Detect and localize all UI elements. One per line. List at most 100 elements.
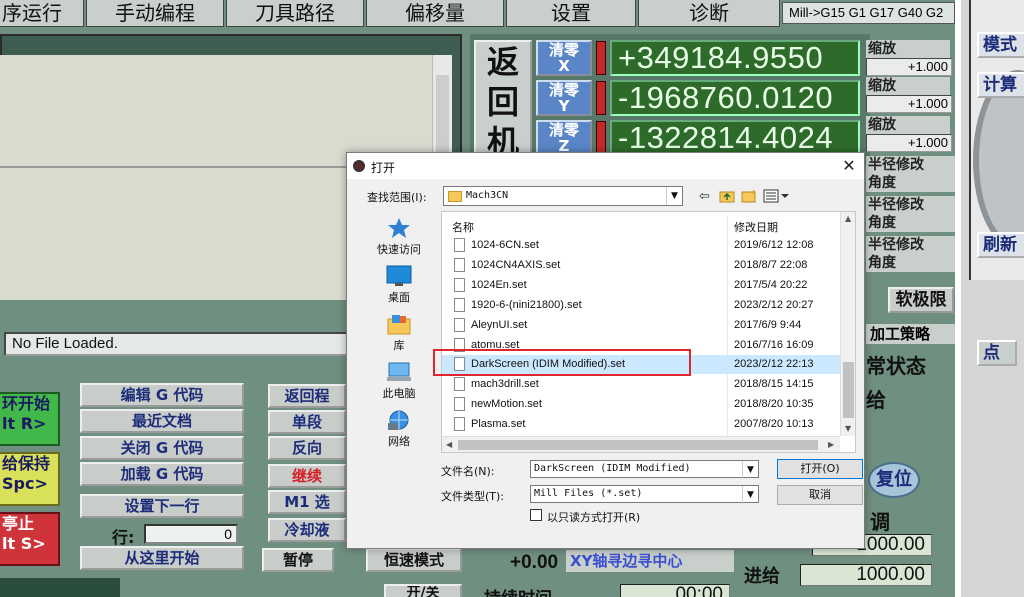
chevron-down-icon[interactable]: ▼ bbox=[742, 486, 758, 504]
place-quick-access[interactable]: 快速访问 bbox=[357, 215, 441, 263]
toggle-button[interactable]: 开/关 bbox=[384, 584, 462, 597]
dro-x[interactable]: +349184.9550 bbox=[610, 40, 860, 76]
column-name-header[interactable]: 名称 bbox=[452, 219, 474, 235]
point-button[interactable]: 点 bbox=[977, 340, 1017, 366]
place-network[interactable]: 网络 bbox=[357, 407, 441, 455]
set-next-line-button[interactable]: 设置下一行 bbox=[80, 494, 244, 518]
file-row[interactable]: 1024-6CN.set 2019/6/12 12:08 bbox=[442, 236, 840, 255]
xy-edge-finder-button[interactable]: XY轴寻边寻中心 bbox=[566, 550, 734, 572]
file-icon bbox=[454, 318, 465, 332]
place-this-pc[interactable]: 此电脑 bbox=[357, 359, 441, 407]
scale-z-value[interactable]: +1.000 bbox=[866, 134, 952, 152]
file-row[interactable]: 1920-6-(nini21800).set 2023/2/12 20:27 bbox=[442, 296, 840, 315]
load-gcode-button[interactable]: 加载 G 代码 bbox=[80, 462, 244, 486]
offset-value: +0.00 bbox=[510, 552, 559, 573]
stop-button[interactable]: 亭止 lt S> bbox=[0, 512, 60, 566]
back-icon[interactable]: ⇦ bbox=[699, 189, 710, 205]
file-icon bbox=[454, 258, 465, 272]
look-in-label: 查找范围(I): bbox=[367, 191, 427, 204]
view-menu-icon[interactable] bbox=[763, 189, 789, 205]
radius-correction-label: 半径修改 bbox=[866, 196, 955, 214]
radius-correction-label: 半径修改 bbox=[866, 236, 955, 254]
file-type-select[interactable]: Mill Files (*.set) ▼ bbox=[530, 485, 759, 504]
line-number-field[interactable]: 0 bbox=[144, 524, 238, 544]
cycle-start-button[interactable]: 环开始 lt R> bbox=[0, 392, 60, 446]
file-icon bbox=[454, 397, 465, 411]
z-axis-led bbox=[596, 121, 606, 155]
file-row[interactable]: 1024En.set 2017/5/4 20:22 bbox=[442, 276, 840, 295]
scale-x-value[interactable]: +1.000 bbox=[866, 58, 952, 76]
close-gcode-button[interactable]: 关闭 G 代码 bbox=[80, 436, 244, 460]
computer-icon bbox=[386, 361, 412, 383]
feed-label: 给 bbox=[866, 388, 886, 412]
readonly-checkbox[interactable] bbox=[530, 509, 542, 521]
look-in-combo[interactable]: Mach3CN ▼ bbox=[443, 186, 683, 206]
scale-y-value[interactable]: +1.000 bbox=[866, 95, 952, 113]
resume-button[interactable]: 继续 bbox=[268, 464, 346, 488]
file-name-input[interactable]: DarkScreen (IDIM Modified) ▼ bbox=[530, 460, 759, 479]
adjust-label: 调 bbox=[870, 510, 890, 534]
column-date-header[interactable]: 修改日期 bbox=[734, 219, 778, 235]
file-row[interactable]: Plasma.set 2007/8/20 10:13 bbox=[442, 415, 840, 434]
zero-x-button[interactable]: 清零 X bbox=[536, 40, 592, 76]
optional-stop-button[interactable]: M1 选 bbox=[268, 490, 346, 514]
open-button[interactable]: 打开(O) bbox=[777, 459, 863, 479]
tab-offsets[interactable]: 偏移量 bbox=[366, 0, 504, 27]
file-row[interactable]: AleynUI.set 2017/6/9 9:44 bbox=[442, 316, 840, 335]
constant-velocity-button[interactable]: 恒速模式 bbox=[366, 548, 462, 572]
tab-settings[interactable]: 设置 bbox=[506, 0, 636, 27]
run-from-here-button[interactable]: 从这里开始 bbox=[80, 546, 244, 570]
angle-label: 角度 bbox=[866, 214, 955, 232]
file-list-header: 名称 修改日期 bbox=[442, 216, 838, 452]
modal-status-strip: Mill->G15 G1 G17 G40 G2 bbox=[782, 2, 955, 24]
single-block-button[interactable]: 单段 bbox=[268, 410, 346, 434]
tab-program-run[interactable]: 序运行 bbox=[0, 0, 84, 27]
scale-y-label: 缩放 bbox=[866, 77, 950, 95]
refresh-button[interactable]: 刷新 bbox=[977, 232, 1024, 258]
file-list-horizontal-scrollbar[interactable]: ◀ ▶ bbox=[442, 436, 840, 452]
tab-toolpath[interactable]: 刀具路径 bbox=[226, 0, 364, 27]
zero-z-button[interactable]: 清零 Z bbox=[536, 120, 592, 156]
dialog-titlebar[interactable]: 打开 ✕ bbox=[347, 153, 864, 179]
file-icon bbox=[454, 238, 465, 252]
cancel-button[interactable]: 取消 bbox=[777, 485, 863, 505]
zero-y-button[interactable]: 清零 Y bbox=[536, 80, 592, 116]
tab-diagnostics[interactable]: 诊断 bbox=[638, 0, 780, 27]
mode-button[interactable]: 模式 bbox=[977, 32, 1024, 58]
duration-label: 持续时间 bbox=[484, 584, 552, 597]
file-icon bbox=[454, 377, 465, 391]
pause-button[interactable]: 暂停 bbox=[262, 548, 334, 572]
file-row[interactable]: newMotion.set 2018/8/20 10:35 bbox=[442, 395, 840, 414]
reverse-run-button[interactable]: 反向 bbox=[268, 436, 346, 460]
folder-icon bbox=[448, 191, 462, 202]
close-icon[interactable]: ✕ bbox=[838, 155, 860, 177]
soft-limits-button[interactable]: 软极限 bbox=[888, 287, 954, 313]
place-libraries[interactable]: 库 bbox=[357, 311, 441, 359]
reset-button[interactable]: 复位 bbox=[868, 462, 920, 498]
chevron-down-icon[interactable]: ▼ bbox=[666, 187, 682, 205]
rewind-button[interactable]: 返回程 bbox=[268, 384, 346, 408]
ref-home-button[interactable]: 返回机 bbox=[474, 40, 532, 166]
x-axis-led bbox=[596, 41, 606, 75]
place-desktop[interactable]: 桌面 bbox=[357, 263, 441, 311]
recent-files-button[interactable]: 最近文档 bbox=[80, 409, 244, 433]
edit-gcode-button[interactable]: 编辑 G 代码 bbox=[80, 383, 244, 407]
up-folder-icon[interactable] bbox=[719, 189, 735, 205]
new-folder-icon[interactable] bbox=[741, 189, 757, 205]
file-icon bbox=[454, 417, 465, 431]
dro-z[interactable]: -1322814.4024 bbox=[610, 120, 860, 156]
file-row[interactable]: mach3drill.set 2018/8/15 14:15 bbox=[442, 375, 840, 394]
calculate-button[interactable]: 计算 bbox=[977, 72, 1024, 98]
chevron-down-icon[interactable]: ▼ bbox=[742, 461, 758, 479]
coolant-button[interactable]: 冷却液 bbox=[268, 518, 346, 542]
feedrate-value[interactable]: 1000.00 bbox=[800, 564, 932, 586]
feed-hold-button[interactable]: 给保持 Spc> bbox=[0, 452, 60, 506]
file-icon bbox=[454, 278, 465, 292]
file-list-vertical-scrollbar[interactable]: ▲ ▼ bbox=[840, 212, 855, 436]
file-row[interactable]: 1024CN4AXIS.set 2018/8/7 22:08 bbox=[442, 256, 840, 275]
scale-x-label: 缩放 bbox=[866, 40, 950, 58]
network-icon bbox=[386, 409, 412, 431]
library-icon bbox=[386, 313, 412, 335]
dro-y[interactable]: -1968760.0120 bbox=[610, 80, 860, 116]
tab-mdi[interactable]: 手动编程 bbox=[86, 0, 224, 27]
